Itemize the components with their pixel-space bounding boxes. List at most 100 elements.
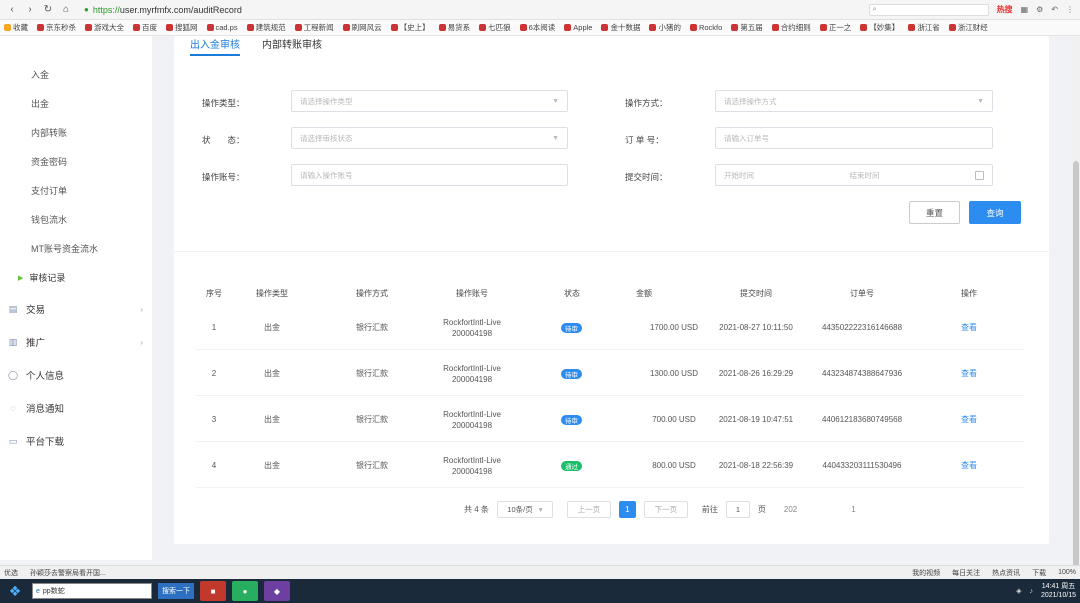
bookmark-item[interactable]: 【史上】 bbox=[390, 22, 430, 33]
sidebar-item-message[interactable]: ◌ 消息通知 bbox=[8, 401, 143, 415]
view-link[interactable]: 查看 bbox=[949, 414, 989, 425]
bookmark-item[interactable]: 搜狐网 bbox=[166, 22, 198, 33]
news-ticker[interactable]: 孙颖莎去警察局看开国... bbox=[30, 568, 106, 578]
end-date-input[interactable]: 结束时间 bbox=[850, 170, 976, 181]
sidebar-item-deposit[interactable]: 入金 bbox=[31, 68, 49, 81]
start-date-input[interactable]: 开始时间 bbox=[724, 170, 850, 181]
page-size-select[interactable]: 10条/页 ▾ bbox=[496, 501, 553, 518]
table-cell-type: 出金 bbox=[264, 323, 280, 332]
op-method-select[interactable]: 请选择操作方式 ▼ bbox=[715, 90, 993, 112]
bookmark-item[interactable]: 游戏大全 bbox=[85, 22, 124, 33]
view-link[interactable]: 查看 bbox=[949, 460, 989, 471]
caret-down-icon: ▼ bbox=[977, 97, 984, 105]
sidebar-item-transfer[interactable]: 内部转账 bbox=[31, 126, 67, 139]
status-item-news[interactable]: 热点资讯 bbox=[992, 568, 1020, 578]
view-link[interactable]: 查看 bbox=[949, 322, 989, 333]
sidebar-item-mt-flow[interactable]: MT账号资金流水 bbox=[31, 242, 98, 255]
sidebar-item-wallet-flow[interactable]: 钱包流水 bbox=[31, 213, 67, 226]
page-number-1[interactable]: 1 bbox=[618, 501, 636, 518]
caret-down-icon: ▼ bbox=[552, 134, 559, 142]
status-item-videos[interactable]: 我的视频 bbox=[912, 568, 940, 578]
bookmark-item[interactable]: 刷网风云 bbox=[342, 22, 382, 33]
hot-search-label[interactable]: 热搜 bbox=[997, 4, 1013, 15]
scrollbar-thumb[interactable] bbox=[1073, 161, 1079, 581]
bookmark-item[interactable]: Apple bbox=[564, 23, 592, 32]
network-icon[interactable]: ◈ bbox=[1016, 587, 1021, 595]
app-icon-1[interactable]: ■ bbox=[200, 581, 226, 601]
settings-icon[interactable]: ⚙ bbox=[1036, 5, 1043, 14]
back-icon[interactable]: ‹ bbox=[6, 4, 18, 16]
volume-icon[interactable]: ♪ bbox=[1029, 588, 1033, 595]
app-icon-2[interactable]: ● bbox=[232, 581, 258, 601]
bookmark-item[interactable]: 浙江财经 bbox=[948, 22, 988, 33]
bookmark-item[interactable]: 百度 bbox=[133, 22, 157, 33]
bookmark-item[interactable]: 小猪的 bbox=[649, 22, 681, 33]
order-input[interactable]: 请输入订单号 bbox=[715, 127, 993, 149]
table-cell-account2: 200004198 bbox=[451, 421, 493, 430]
bookmark-icon bbox=[206, 24, 214, 31]
bookmark-item[interactable]: 京东秒杀 bbox=[37, 22, 76, 33]
query-button[interactable]: 查询 bbox=[969, 201, 1021, 224]
view-link[interactable]: 查看 bbox=[949, 368, 989, 379]
undo-icon[interactable]: ↶ bbox=[1051, 5, 1058, 14]
sidebar-item-withdraw[interactable]: 出金 bbox=[31, 97, 49, 110]
bookmark-item[interactable]: 浙江省 bbox=[908, 22, 940, 33]
bookmark-item[interactable]: 收藏 bbox=[4, 22, 28, 33]
table-cell-no: 1 bbox=[211, 323, 217, 332]
clock[interactable]: 14:41 周五 2021/10/15 bbox=[1041, 582, 1076, 600]
table-cell-account1: RockfortIntl-Live bbox=[443, 410, 501, 419]
table-cell-method: 银行汇款 bbox=[356, 323, 388, 332]
bookmark-item[interactable]: 6本阅读 bbox=[519, 22, 555, 33]
account-input[interactable]: 请输入操作账号 bbox=[291, 164, 568, 186]
status-item-daily[interactable]: 每日关注 bbox=[952, 568, 980, 578]
bookmark-item[interactable]: 第五届 bbox=[731, 22, 763, 33]
page-scrollbar[interactable] bbox=[1072, 36, 1080, 581]
bookmark-item[interactable]: Rockfo bbox=[689, 23, 722, 32]
table-cell-no: 3 bbox=[211, 415, 217, 424]
browser-search-input[interactable]: ⌕ bbox=[868, 3, 989, 16]
bookmark-item[interactable]: 正一之 bbox=[819, 22, 851, 33]
bookmark-item[interactable]: 七匹狼 bbox=[479, 22, 511, 33]
sidebar-item-audit-record[interactable]: ▶ 审核记录 bbox=[18, 271, 65, 284]
grid-icon[interactable]: ▦ bbox=[1021, 5, 1029, 14]
table-cell-type: 出金 bbox=[264, 415, 280, 424]
bookmark-item[interactable]: 【妙集】 bbox=[860, 22, 899, 33]
tab-transfer-audit[interactable]: 内部转账审核 bbox=[262, 36, 322, 56]
op-type-select[interactable]: 请选择操作类型 ▼ bbox=[291, 90, 568, 112]
sidebar: 入金 出金 内部转账 资金密码 支付订单 钱包流水 MT账号资金流水 ▶ 审核记… bbox=[0, 36, 152, 560]
tab-deposit-withdraw-audit[interactable]: 出入金审核 bbox=[190, 36, 240, 56]
address-bar[interactable]: ● https://user.myrfmfx.com/auditRecord bbox=[84, 3, 824, 17]
sidebar-item-payment-order[interactable]: 支付订单 bbox=[31, 184, 67, 197]
sidebar-item-download[interactable]: ▭ 平台下载 bbox=[8, 434, 143, 449]
sidebar-item-label: 审核记录 bbox=[29, 273, 66, 283]
bookmark-item[interactable]: cad.ps bbox=[206, 23, 238, 32]
date-range-picker[interactable]: 开始时间 结束时间 bbox=[715, 164, 993, 186]
zoom-level[interactable]: 100% bbox=[1058, 569, 1076, 576]
taskbar-search-button[interactable]: 搜索一下 bbox=[158, 583, 194, 599]
sidebar-item-promo[interactable]: ▥ 推广 › bbox=[8, 335, 143, 350]
next-page-button[interactable]: 下一页 bbox=[643, 501, 688, 518]
menu-icon[interactable]: ⋮ bbox=[1066, 5, 1074, 14]
prev-page-button[interactable]: 上一页 bbox=[566, 501, 611, 518]
app-icon-3[interactable]: ◆ bbox=[264, 581, 290, 601]
goto-page-input[interactable]: 1 bbox=[725, 501, 750, 518]
sidebar-item-trade[interactable]: ▤ 交易 › bbox=[8, 302, 143, 317]
sidebar-item-fund-password[interactable]: 资金密码 bbox=[31, 155, 67, 168]
taskbar-search-input[interactable]: e pp数蛇 bbox=[32, 583, 152, 599]
bookmark-item[interactable]: 易货系 bbox=[438, 22, 470, 33]
bookmark-item[interactable]: 工程新闻 bbox=[294, 22, 334, 33]
bookmark-item[interactable]: 金十数据 bbox=[601, 22, 640, 33]
windows-start-icon[interactable]: ❖ bbox=[4, 581, 26, 601]
bookmark-icon bbox=[601, 24, 609, 31]
status-select[interactable]: 请选择审核状态 ▼ bbox=[291, 127, 568, 149]
bookmark-item[interactable]: 合约细则 bbox=[771, 22, 811, 33]
refresh-icon[interactable]: ↻ bbox=[42, 4, 54, 16]
bookmark-item[interactable]: 建筑规范 bbox=[246, 22, 286, 33]
status-item-download[interactable]: 下载 bbox=[1032, 568, 1046, 578]
forward-icon[interactable]: › bbox=[24, 4, 36, 16]
home-icon[interactable]: ⌂ bbox=[60, 4, 72, 16]
status-left-1[interactable]: 优选 bbox=[4, 568, 18, 578]
status-badge: 待审 bbox=[561, 415, 582, 425]
reset-button[interactable]: 重置 bbox=[909, 201, 960, 224]
sidebar-item-user[interactable]: ◯ 个人信息 bbox=[8, 368, 143, 383]
